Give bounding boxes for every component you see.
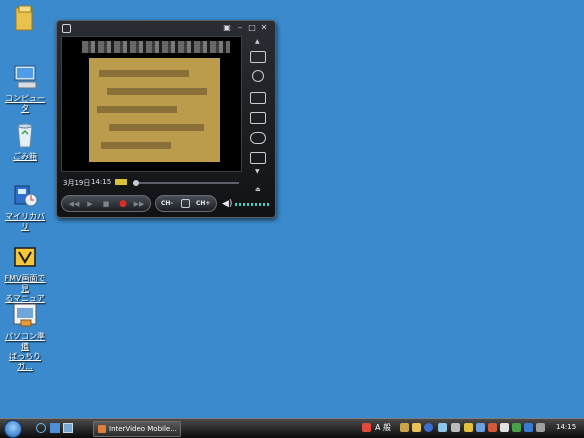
setup-guide-icon — [10, 300, 40, 330]
seek-knob[interactable] — [133, 180, 139, 186]
channel-up-button[interactable]: CH+ — [196, 199, 210, 209]
app-task-icon — [98, 425, 106, 433]
maximize-icon[interactable]: □ — [247, 23, 257, 32]
video-screen[interactable] — [61, 36, 242, 172]
desktop-icon-recycle-bin[interactable]: ごみ箱 — [2, 120, 48, 162]
status-bar: 3月19日 14:15 — [61, 174, 242, 190]
recycle-bin-icon — [10, 120, 40, 150]
status-date: 3月19日 — [63, 179, 91, 187]
ime-pad-icon[interactable] — [400, 423, 409, 432]
fast-forward-icon[interactable]: ▶▶ — [133, 199, 145, 209]
channel-down-button[interactable]: CH- — [161, 199, 173, 209]
ie-quicklaunch-icon[interactable] — [36, 423, 46, 433]
status-time: 14:15 — [91, 178, 112, 186]
folder-icon — [10, 4, 40, 34]
network-tray-icon[interactable] — [476, 423, 485, 432]
play-icon[interactable]: ▶ — [84, 199, 96, 209]
desktop-icon-label: パソコン準備 ばっちりガ... — [5, 332, 45, 371]
playback-controls: ◀◀ ▶ ■ ● ▶▶ — [61, 195, 151, 212]
signal-strength-icon — [115, 179, 127, 185]
device-tray-icon[interactable] — [536, 423, 545, 432]
record-icon[interactable]: ● — [117, 199, 129, 209]
desktop-icon-setup-guide[interactable]: パソコン準備 ばっちりガ... — [2, 300, 48, 372]
media-player-window[interactable]: ▣ – □ ✕ ▲ ▼ ⏏ 3月19日 14:15 ◀◀ ▶ ■ ● ▶▶ CH… — [56, 20, 276, 218]
desktop-icon-folder[interactable] — [2, 4, 48, 36]
volume-slider[interactable] — [235, 203, 269, 206]
rewind-icon[interactable]: ◀◀ — [68, 199, 80, 209]
switch-windows-icon[interactable] — [50, 423, 60, 433]
bluetooth-tray-icon[interactable] — [524, 423, 533, 432]
taskbar-app-label: InterVideo Mobile... — [109, 425, 177, 433]
caption-icon[interactable] — [250, 132, 266, 144]
app-logo-icon — [62, 24, 71, 33]
desktop-icon-recovery[interactable]: マイリカバリ — [2, 180, 48, 232]
desktop-icon-label: マイリカバリ — [5, 212, 45, 231]
taskbar-clock[interactable]: 14:15 — [556, 423, 576, 431]
compact-mode-icon[interactable]: ▣ — [222, 23, 232, 32]
record-settings-icon[interactable] — [250, 92, 266, 104]
close-icon[interactable]: ✕ — [259, 23, 269, 32]
update-tray-icon[interactable] — [488, 423, 497, 432]
stop-icon[interactable]: ■ — [100, 199, 112, 209]
taskbar: InterVideo Mobile... A 般 14:15 — [0, 418, 584, 438]
security-tray-icon[interactable] — [362, 423, 371, 432]
desktop-icon-computer[interactable]: コンピュータ — [2, 62, 48, 114]
computer-icon — [10, 62, 40, 92]
ime-dictionary-icon[interactable] — [412, 423, 421, 432]
scroll-up-icon[interactable]: ▲ — [255, 38, 260, 45]
blurred-caption — [82, 41, 230, 53]
minimize-icon[interactable]: – — [235, 23, 245, 32]
caps-tray-icon[interactable] — [438, 423, 447, 432]
channel-list-icon[interactable] — [181, 199, 190, 208]
globe-icon[interactable] — [252, 70, 264, 82]
seek-bar[interactable] — [133, 180, 239, 186]
blurred-video-frame — [89, 58, 220, 162]
side-control-panel: ▲ ▼ ⏏ — [247, 36, 271, 196]
taskbar-app-button[interactable]: InterVideo Mobile... — [93, 421, 181, 437]
eject-icon[interactable]: ⏏ — [255, 186, 261, 193]
desktop-icon-label: コンピュータ — [5, 94, 45, 113]
ime-mode-label[interactable]: A 般 — [375, 422, 391, 434]
control-bar: ◀◀ ▶ ■ ● ▶▶ CH- CH+ ◀) — [61, 194, 273, 214]
desktop-icon-label: ごみ箱 — [13, 152, 37, 161]
menu-list-icon[interactable] — [250, 51, 266, 63]
program-guide-icon[interactable] — [250, 112, 266, 124]
volume-icon[interactable]: ◀) — [222, 199, 232, 209]
volume-tray-icon[interactable] — [500, 423, 509, 432]
recovery-icon — [10, 180, 40, 210]
show-desktop-icon[interactable] — [63, 423, 73, 433]
player-titlebar[interactable]: ▣ – □ ✕ — [57, 21, 275, 35]
help-tray-icon[interactable] — [424, 423, 433, 432]
system-tray: A 般 — [362, 422, 548, 436]
notification-tray-icon[interactable] — [464, 423, 473, 432]
scroll-down-icon[interactable]: ▼ — [255, 168, 260, 175]
manual-icon — [10, 242, 40, 272]
start-button[interactable] — [4, 420, 22, 438]
power-tray-icon[interactable] — [512, 423, 521, 432]
display-icon[interactable] — [250, 152, 266, 164]
channel-controls: CH- CH+ — [155, 195, 217, 212]
kana-tray-icon[interactable] — [451, 423, 460, 432]
